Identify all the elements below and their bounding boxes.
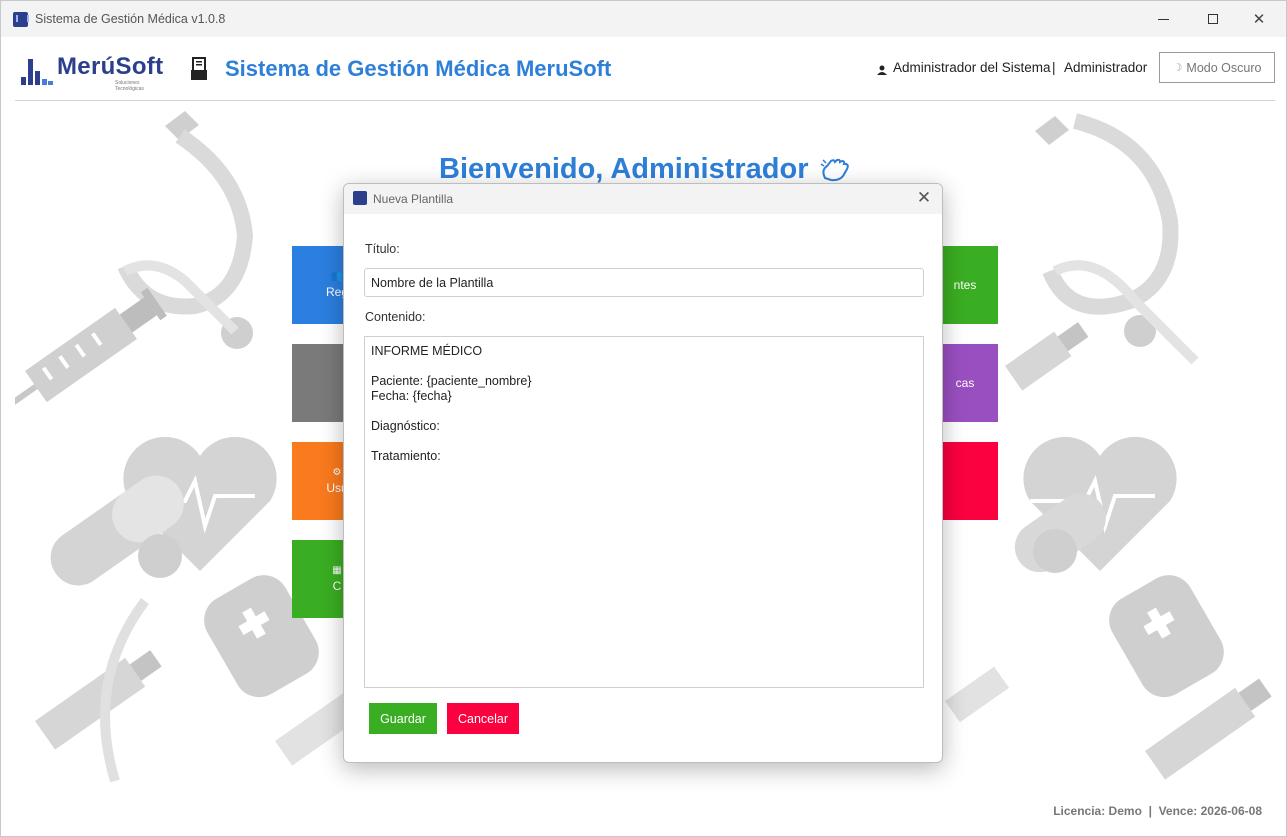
tile-citas-label: C — [332, 579, 342, 593]
license-footer: Licencia: Demo | Vence: 2026-06-08 — [1053, 804, 1262, 818]
logo-bars-icon — [21, 55, 53, 85]
template-title-input[interactable] — [364, 268, 924, 297]
dialog-close-button[interactable]: ✕ — [914, 189, 934, 209]
user-role: Administrador — [1064, 60, 1148, 75]
app-icon — [353, 191, 367, 205]
tile-pacientes[interactable]: ntes — [936, 246, 998, 324]
title-label: Título: — [365, 242, 400, 256]
window-title: Sistema de Gestión Médica v1.0.8 — [35, 12, 226, 26]
tile-estadisticas[interactable]: cas — [936, 344, 998, 422]
app-icon — [13, 12, 29, 27]
dark-mode-button[interactable]: ☽ Modo Oscuro — [1159, 52, 1275, 83]
dark-mode-label: Modo Oscuro — [1186, 60, 1262, 75]
maximize-button[interactable] — [1190, 1, 1236, 37]
template-content-textarea[interactable]: INFORME MÉDICO Paciente: {paciente_nombr… — [364, 336, 924, 688]
cancel-button[interactable]: Cancelar — [447, 703, 519, 734]
dialog-titlebar: Nueva Plantilla ✕ — [344, 184, 942, 214]
window-titlebar: Sistema de Gestión Médica v1.0.8 ✕ — [1, 1, 1286, 37]
merusoft-logo: MerúSoft Soluciones Tecnológicas — [19, 51, 169, 92]
welcome-heading: Bienvenido, Administrador — [439, 153, 809, 185]
document-icon — [191, 57, 207, 80]
app-header: MerúSoft Soluciones Tecnológicas Sistema… — [15, 37, 1275, 101]
logo-tagline: Soluciones Tecnológicas — [115, 80, 144, 92]
content-label: Contenido: — [365, 310, 426, 324]
users-icon: 👥 — [330, 271, 344, 282]
user-name: Administrador del Sistema — [893, 60, 1051, 75]
app-window: Sistema de Gestión Médica v1.0.8 ✕ MerúS… — [0, 0, 1287, 837]
minimize-button[interactable] — [1140, 1, 1186, 37]
moon-icon: ☽ — [1172, 62, 1183, 74]
app-title: Sistema de Gestión Médica MeruSoft — [225, 56, 612, 81]
maximize-icon — [1208, 14, 1218, 24]
logo-text: MerúSoft — [57, 53, 164, 80]
header-separator: | — [1052, 60, 1056, 75]
minimize-icon — [1157, 18, 1169, 20]
calendar-icon: ▦ — [332, 565, 342, 576]
close-icon: ✕ — [1252, 11, 1266, 28]
dialog-title: Nueva Plantilla — [373, 192, 454, 206]
gear-icon: ⚙ — [332, 467, 342, 478]
tile-estadisticas-label: cas — [955, 376, 975, 390]
close-icon: ✕ — [916, 188, 932, 207]
new-template-dialog: Nueva Plantilla ✕ Título: Contenido: INF… — [343, 183, 943, 763]
close-window-button[interactable]: ✕ — [1236, 1, 1282, 37]
user-icon — [877, 65, 887, 75]
save-button[interactable]: Guardar — [369, 703, 437, 734]
tile-red[interactable] — [936, 442, 998, 520]
tile-pacientes-label: ntes — [953, 278, 977, 292]
waving-hand-icon — [820, 158, 849, 182]
